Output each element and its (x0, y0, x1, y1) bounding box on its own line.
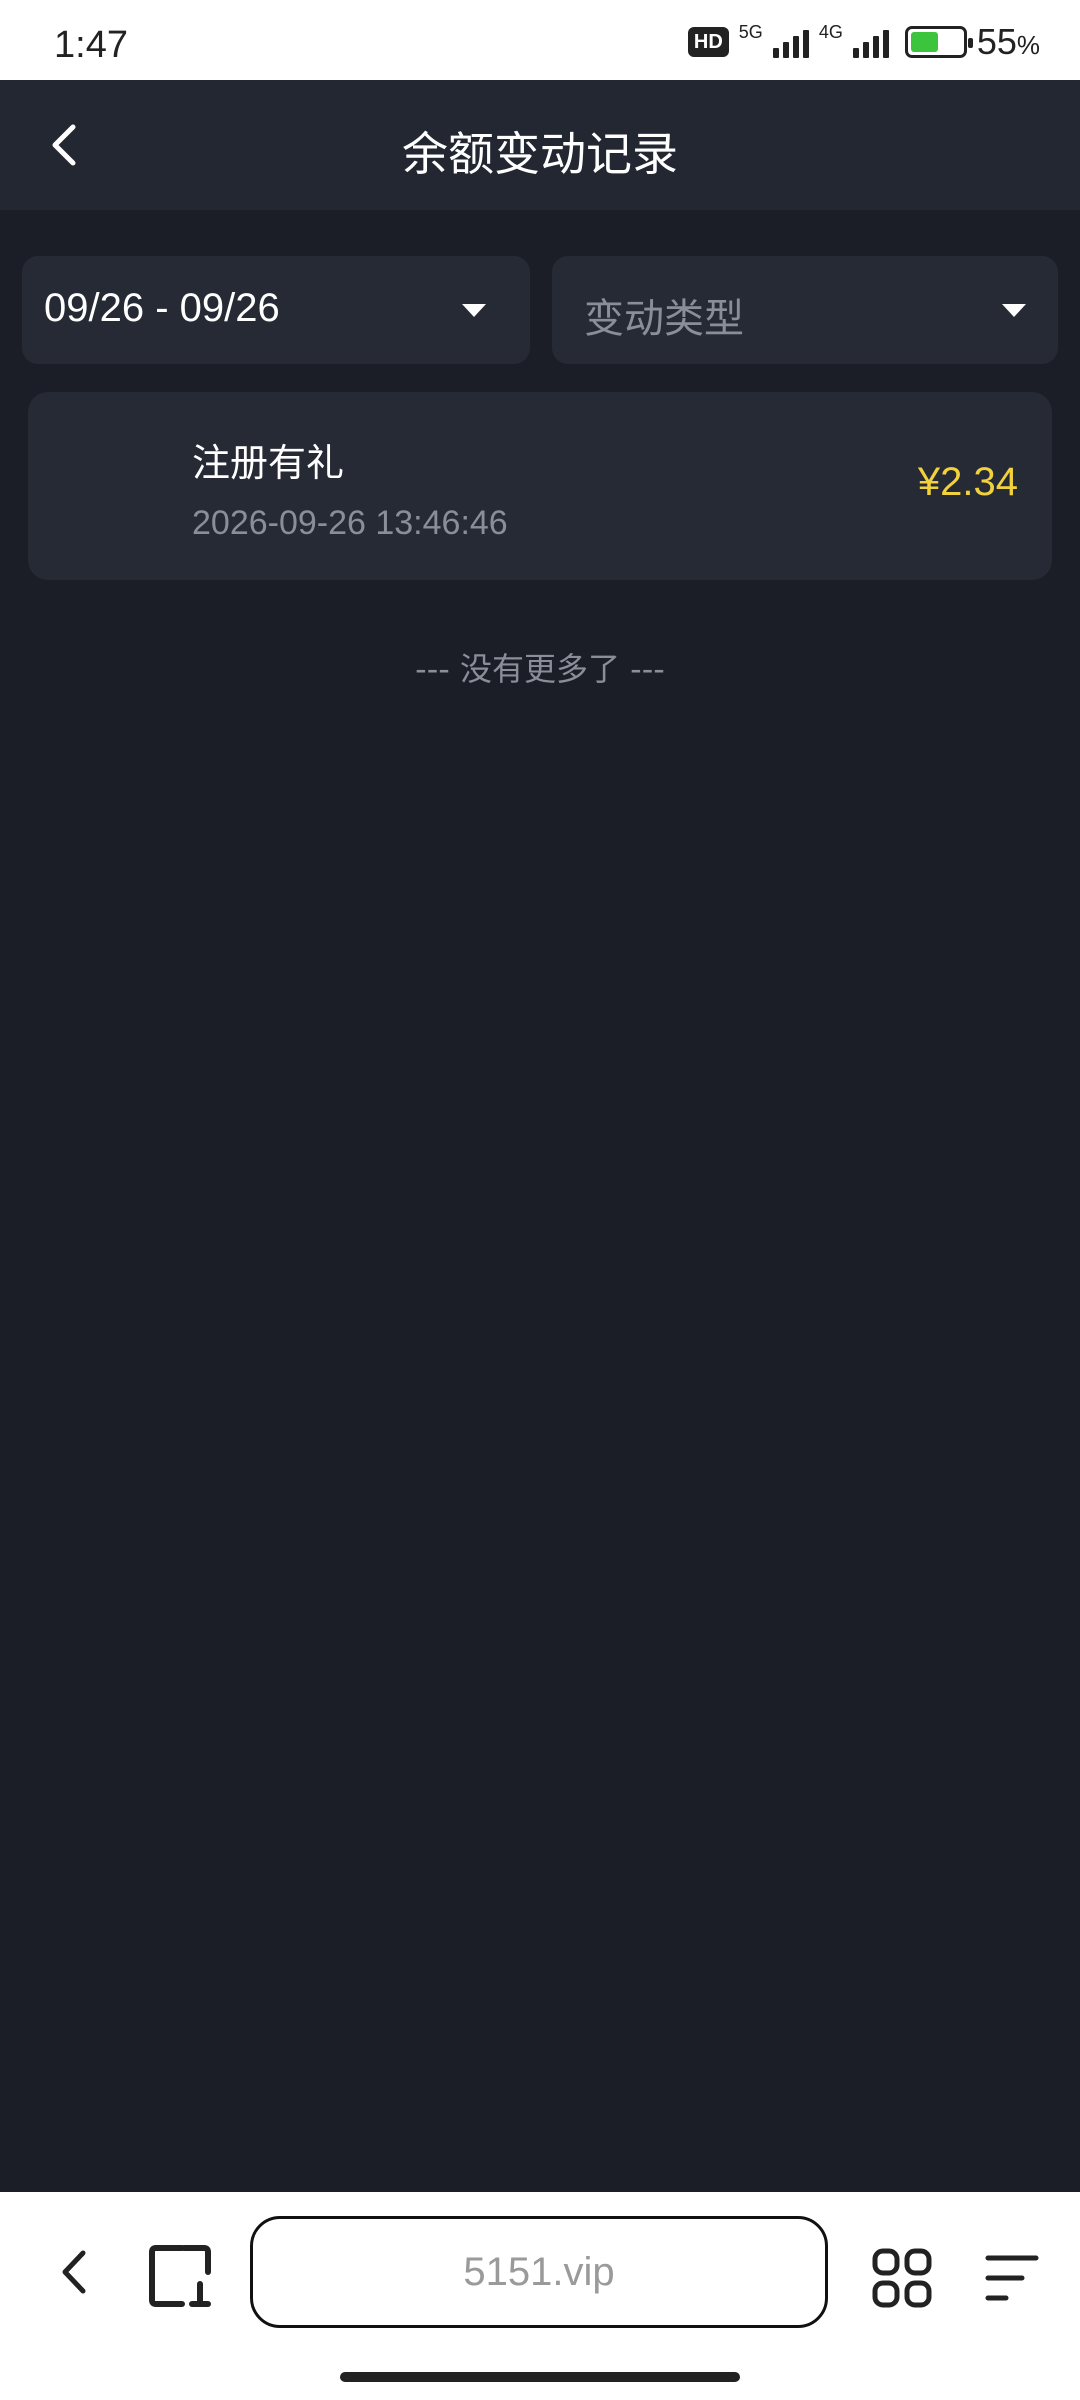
signal-5g-icon (772, 26, 809, 58)
tabs-button[interactable] (140, 2236, 220, 2316)
browser-toolbar: 5151.vip (0, 2192, 1080, 2400)
apps-grid-icon (872, 2248, 932, 2308)
url-bar[interactable]: 5151.vip (250, 2216, 828, 2328)
back-icon (62, 2250, 86, 2294)
apps-button[interactable] (862, 2238, 942, 2318)
record-title: 注册有礼 (192, 441, 345, 485)
record-amount: ¥2.34 (917, 460, 1018, 504)
change-type-filter[interactable]: 变动类型 (552, 256, 1058, 364)
page-title: 余额变动记录 (402, 127, 678, 181)
battery-percent-unit: % (1016, 30, 1040, 60)
status-icons: HD 5G 4G 55% (687, 20, 1040, 64)
home-indicator[interactable] (340, 2372, 740, 2382)
signal-4g-icon (852, 26, 889, 58)
caret-down-icon (1002, 304, 1026, 317)
battery-percent: 55% (977, 21, 1040, 63)
network-4g-label: 4G (818, 22, 843, 42)
list-item[interactable]: 注册有礼 2026-09-26 13:46:46 ¥2.34 (28, 392, 1052, 580)
network-5g-label: 5G (738, 22, 763, 42)
caret-down-icon (462, 304, 486, 317)
page-header: 余额变动记录 (0, 80, 1080, 210)
tabs-icon (149, 2245, 211, 2307)
status-bar: 1:47 HD 5G 4G 55% (0, 0, 1080, 80)
menu-icon (985, 2255, 1039, 2301)
record-time: 2026-09-26 13:46:46 (192, 504, 508, 542)
url-text: 5151.vip (463, 2249, 615, 2294)
battery-tip (967, 38, 973, 48)
battery-level (910, 32, 939, 52)
battery-charging-icon (904, 26, 973, 58)
date-range-value: 09/26 - 09/26 (44, 286, 280, 330)
date-range-filter[interactable]: 09/26 - 09/26 (22, 256, 530, 364)
list-end-text: --- 没有更多了 --- (415, 650, 665, 688)
hd-icon: HD (687, 27, 729, 57)
browser-back-button[interactable] (40, 2232, 110, 2312)
status-time: 1:47 (54, 24, 128, 66)
battery-percent-value: 55 (976, 21, 1017, 62)
change-type-placeholder: 变动类型 (584, 296, 744, 342)
menu-button[interactable] (972, 2238, 1052, 2318)
